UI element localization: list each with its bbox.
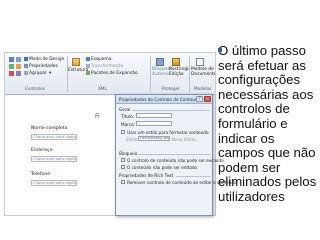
combo-control-icon[interactable] — [16, 64, 21, 69]
help-button[interactable]: ? — [196, 96, 203, 102]
field-label-nome: Nome completo — [31, 126, 68, 131]
use-style-checkbox[interactable] — [121, 130, 125, 134]
properties-button[interactable]: Propriedades — [29, 64, 58, 69]
document-template-icon[interactable] — [196, 58, 204, 66]
dialog-titlebar: Propriedades do Controlo de Conteúdo ? ✕ — [116, 95, 212, 104]
group-label-proteger: Proteger — [162, 86, 180, 91]
text-control-icon[interactable] — [16, 57, 21, 62]
transformation-button[interactable]: Transformação — [91, 64, 123, 69]
ribbon-separator — [189, 56, 190, 92]
design-mode-button[interactable]: Modo de Design — [29, 57, 64, 62]
tag-input[interactable] — [136, 121, 172, 126]
expansion-packs-button[interactable]: Pacotes de Expansão — [91, 71, 138, 76]
new-style-button[interactable]: Novo Estilo... — [172, 137, 199, 142]
lock-edit-label: O conteúdo não pode ser editado — [127, 165, 198, 170]
bullet-marker — [218, 48, 222, 52]
style-select[interactable]: Fonte parág. padrão — [138, 136, 170, 141]
field-telefone[interactable]: Clique aqui para digitar texto. — [31, 180, 77, 186]
group-label-xml: XML — [98, 86, 107, 91]
lock-edit-checkbox[interactable] — [121, 165, 125, 169]
section-divider — [132, 110, 210, 111]
group-label-modelos: Modelos — [194, 86, 212, 91]
text-control-icon[interactable] — [9, 57, 14, 62]
section-bloqueio: Bloqueio — [119, 151, 138, 156]
properties-icon[interactable] — [24, 64, 28, 68]
group-dropdown-icon[interactable]: ▾ — [49, 71, 51, 76]
dialog-title: Propriedades do Controlo de Conteúdo — [119, 97, 201, 102]
slide-bullet-text: O último passo será efetuar as configura… — [218, 43, 317, 204]
expansion-packs-icon[interactable] — [86, 71, 90, 75]
restrict-editing-icon[interactable] — [172, 58, 180, 66]
content-control-properties-dialog: Propriedades do Controlo de Conteúdo ? ✕… — [115, 94, 237, 216]
design-mode-icon[interactable] — [24, 57, 28, 61]
lock-delete-checkbox[interactable] — [121, 158, 125, 162]
remove-control-checkbox[interactable] — [121, 180, 125, 184]
partial-text: Fi — [95, 113, 100, 120]
group-icon[interactable] — [24, 71, 28, 75]
field-label-endereco: Endereço — [31, 148, 53, 153]
group-label-controlos: Controlos — [25, 86, 45, 91]
style-label: Estilo: — [126, 137, 139, 142]
tag-label: Marca: — [121, 122, 136, 127]
title-input[interactable] — [136, 113, 172, 118]
section-rich-text: Propriedades de Rich Text — [119, 173, 174, 178]
schema-icon[interactable] — [86, 57, 90, 61]
schema-button[interactable]: Esquema — [91, 57, 111, 62]
transformation-icon[interactable] — [86, 64, 90, 68]
field-nome[interactable]: Clique aqui para digitar texto. — [31, 134, 77, 140]
lock-delete-label: O controlo de conteúdo não pode ser excl… — [127, 158, 224, 163]
use-style-label: Usar um estilo para formatar conteúdo — [127, 130, 209, 135]
title-label: Título: — [121, 114, 135, 119]
field-label-telefone: Telefone — [31, 172, 51, 177]
slide-bullet: O último passo será efetuar as configura… — [218, 43, 318, 205]
group-button[interactable]: Agrupar — [29, 71, 47, 76]
field-endereco[interactable]: Clique aqui para digitar texto. — [31, 156, 77, 162]
legacy-tools-icon[interactable] — [16, 71, 21, 76]
structure-icon[interactable] — [72, 58, 80, 66]
section-geral: Geral — [119, 107, 131, 112]
section-divider — [176, 176, 210, 177]
close-button[interactable]: ✕ — [204, 96, 211, 102]
ribbon: Modo de Design Propriedades Agrupar ▾ Co… — [5, 53, 215, 95]
section-divider — [138, 154, 210, 155]
date-control-icon[interactable] — [9, 71, 14, 76]
block-authors-button[interactable]: Bloquear Autores — [152, 67, 172, 77]
document-template-button[interactable]: Modelo de Documento — [191, 67, 215, 77]
block-authors-icon[interactable] — [156, 58, 164, 66]
picture-control-icon[interactable] — [9, 64, 14, 69]
ribbon-separator — [67, 56, 68, 92]
ribbon-separator — [150, 56, 151, 92]
restrict-editing-button[interactable]: Restringir Edição — [169, 67, 190, 77]
